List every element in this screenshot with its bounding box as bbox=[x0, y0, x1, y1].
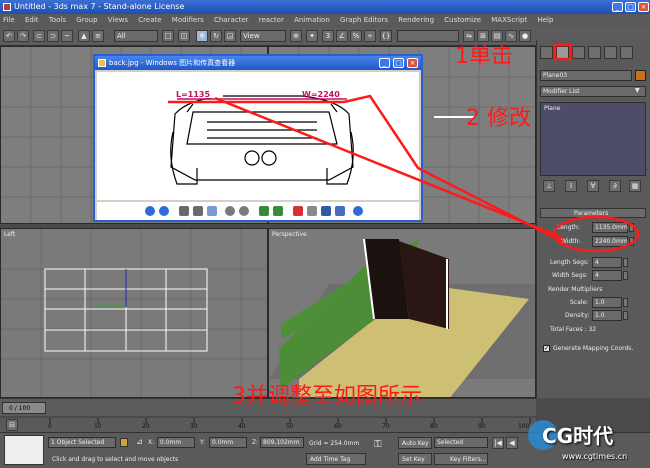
annotation-step3: 3并调整至如图所示 bbox=[232, 384, 422, 409]
annotation-step1: 1单击 bbox=[455, 44, 513, 69]
annotation-step2: 2 修改 bbox=[466, 106, 531, 131]
